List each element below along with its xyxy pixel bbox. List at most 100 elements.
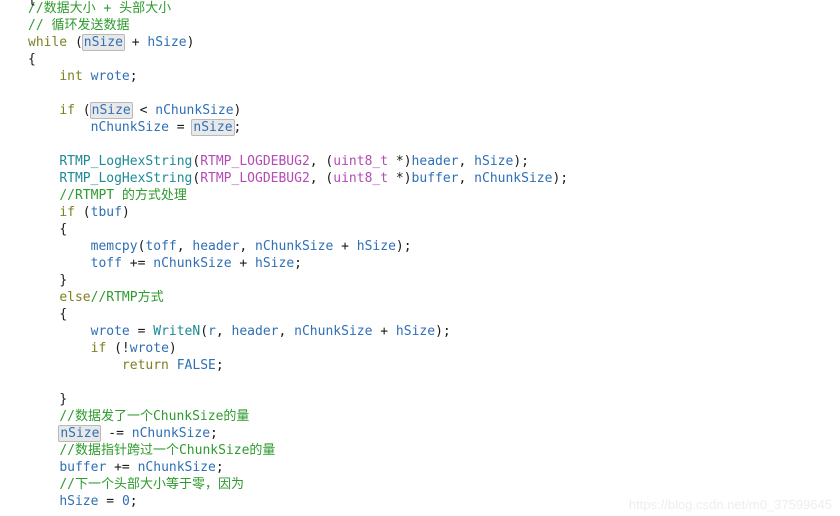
punctuation-token: ) [233, 103, 242, 118]
identifier-token [28, 324, 91, 339]
punctuation-token: } [59, 392, 68, 407]
code-line[interactable]: //数据发了一个ChunkSize的量 [0, 408, 840, 425]
highlighted-token[interactable]: nSize [89, 102, 133, 119]
punctuation-token: ) [186, 35, 195, 50]
code-line[interactable]: { [0, 221, 840, 238]
code-line[interactable]: //下一个头部大小等于零，因为 [0, 476, 840, 493]
punctuation-token: , ( [309, 154, 334, 169]
comment-token: //下一个头部大小等于零，因为 [59, 477, 244, 492]
identifier-token: tbuf [90, 205, 122, 220]
function-token: RTMP_LogHexString [59, 154, 193, 169]
code-line[interactable]: RTMP_LogHexString(RTMP_LOGDEBUG2, (uint8… [0, 170, 840, 187]
code-line[interactable]: //数据指针跨过一个ChunkSize的量 [0, 442, 840, 459]
identifier-token: hSize [474, 154, 514, 169]
identifier-token [28, 103, 59, 118]
identifier-token [28, 341, 91, 356]
identifier-token: nChunkSize [137, 460, 216, 475]
punctuation-token: { [28, 52, 36, 67]
code-line[interactable] [0, 85, 840, 102]
identifier-token: nChunkSize [294, 324, 373, 339]
code-editor-surface[interactable]: { //数据大小 + 头部大小// 循环发送数据while (nSize + h… [0, 0, 840, 516]
type-token: uint8_t [333, 171, 389, 186]
code-line[interactable]: { [0, 306, 840, 323]
keyword-token: if [90, 341, 107, 356]
code-lines-container[interactable]: //数据大小 + 头部大小// 循环发送数据 while (nSize + hSi… [0, 0, 840, 510]
code-line[interactable]: toff += nChunkSize + hSize; [0, 255, 840, 272]
punctuation-token: ( [200, 324, 209, 339]
number-token: 0 [121, 494, 130, 509]
identifier-token [28, 358, 122, 373]
code-line[interactable]: buffer += nChunkSize; [0, 459, 840, 476]
code-line[interactable] [0, 136, 840, 153]
csdn-watermark: https://blog.csdn.net/m0_37599645 [628, 497, 832, 512]
code-line[interactable]: if (!wrote) [0, 340, 840, 357]
highlighted-token[interactable]: nSize [191, 119, 235, 136]
punctuation-token: , [458, 154, 475, 169]
identifier-token: header [192, 239, 240, 254]
code-line[interactable]: } [0, 272, 840, 289]
code-line[interactable]: { [0, 51, 840, 68]
punctuation-token: *) [388, 171, 412, 186]
identifier-token: FALSE [176, 358, 216, 373]
code-line[interactable]: else//RTMP方式 [0, 289, 840, 306]
code-line[interactable]: //RTMPT 的方式处理 [0, 187, 840, 204]
code-line[interactable]: if (tbuf) [0, 204, 840, 221]
function-token: WriteN [153, 324, 201, 339]
code-line[interactable] [0, 374, 840, 391]
identifier-token [28, 460, 59, 475]
identifier-token: hSize [255, 256, 295, 271]
punctuation-token: ) [168, 341, 177, 356]
highlighted-token[interactable]: nSize [81, 34, 125, 51]
punctuation-token: ; [129, 494, 138, 509]
code-line[interactable]: //数据大小 + 头部大小 [0, 0, 840, 17]
code-line[interactable]: memcpy(toff, header, nChunkSize + hSize)… [0, 238, 840, 255]
keyword-token: else [59, 290, 91, 305]
identifier-token [28, 273, 59, 288]
code-line[interactable]: int wrote; [0, 68, 840, 85]
punctuation-token: ); [395, 239, 412, 254]
punctuation-token: { [59, 222, 68, 237]
punctuation-token: , [278, 324, 295, 339]
punctuation-token: = [98, 494, 122, 509]
comment-token: //数据发了一个ChunkSize的量 [59, 409, 250, 424]
comment-token: //数据指针跨过一个ChunkSize的量 [59, 443, 276, 458]
code-line[interactable]: return FALSE; [0, 357, 840, 374]
identifier-token: header [411, 154, 459, 169]
punctuation-token: ; [294, 256, 302, 271]
code-line[interactable]: if (nSize < nChunkSize) [0, 102, 840, 119]
macro-token: RTMP_LOGDEBUG2 [200, 171, 310, 186]
identifier-token: header [231, 324, 279, 339]
identifier-token: buffer [411, 171, 459, 186]
identifier-token [28, 409, 59, 424]
code-line[interactable]: while (nSize + hSize) [0, 34, 840, 51]
punctuation-token: } [59, 273, 68, 288]
code-line[interactable]: // 循环发送数据 [0, 17, 840, 34]
code-line[interactable]: nChunkSize = nSize; [0, 119, 840, 136]
keyword-token: if [59, 103, 75, 118]
identifier-token: toff [90, 256, 122, 271]
punctuation-token: ) [121, 205, 130, 220]
punctuation-token: , [239, 239, 256, 254]
code-line[interactable]: } [0, 391, 840, 408]
identifier-token [28, 222, 59, 237]
code-line[interactable]: nSize -= nChunkSize; [0, 425, 840, 442]
identifier-token: hSize [356, 239, 396, 254]
code-line[interactable]: RTMP_LogHexString(RTMP_LOGDEBUG2, (uint8… [0, 153, 840, 170]
punctuation-token: ( [74, 103, 91, 118]
punctuation-token: + [231, 256, 256, 271]
identifier-token [83, 69, 91, 84]
identifier-token [28, 239, 91, 254]
punctuation-token: < [131, 103, 156, 118]
keyword-token: return [121, 358, 169, 373]
identifier-token [28, 443, 59, 458]
punctuation-token: ( [74, 205, 91, 220]
identifier-token [28, 256, 91, 271]
identifier-token [28, 290, 59, 305]
highlighted-token[interactable]: nSize [58, 425, 102, 442]
identifier-token: wrote [90, 69, 130, 84]
punctuation-token: { [59, 307, 68, 322]
punctuation-token: ; [215, 460, 224, 475]
punctuation-token: ; [215, 358, 224, 373]
identifier-token [28, 307, 59, 322]
code-line[interactable]: wrote = WriteN(r, header, nChunkSize + h… [0, 323, 840, 340]
